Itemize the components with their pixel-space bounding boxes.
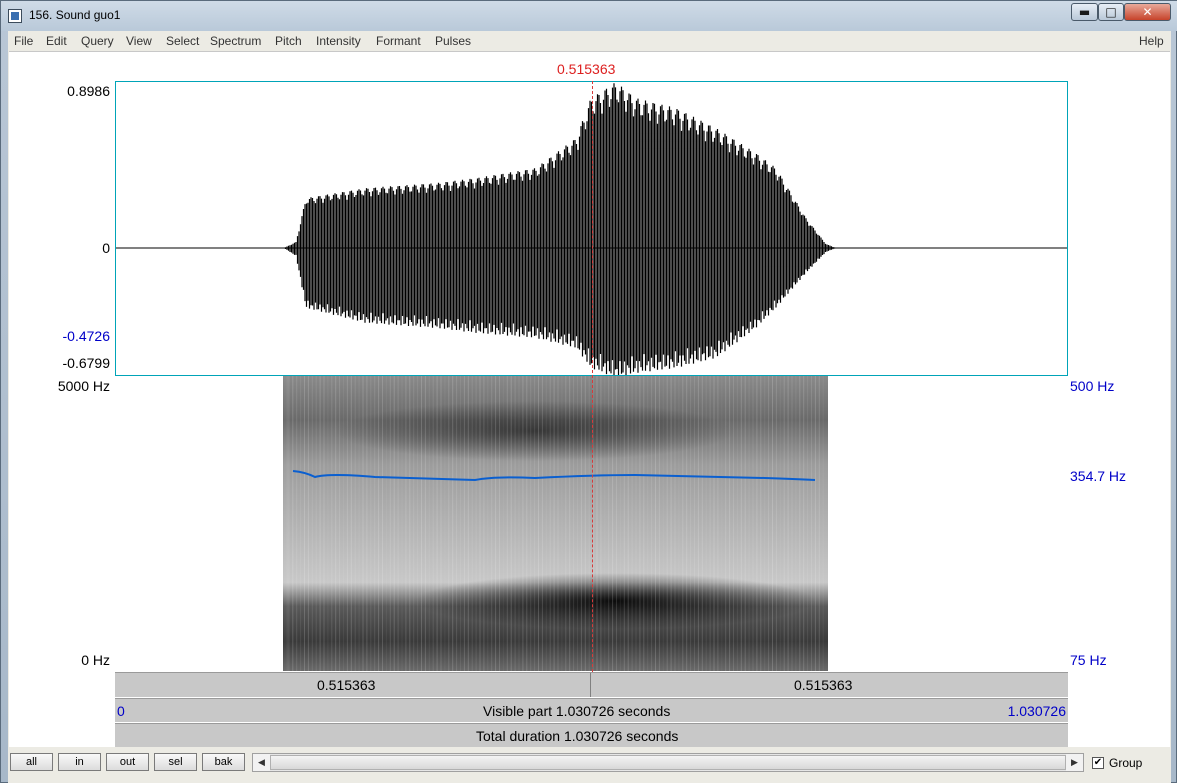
waveform-ymax-label: 0.8986 xyxy=(67,83,110,99)
group-label: Group xyxy=(1109,756,1143,770)
waveform-ymin-label: -0.6799 xyxy=(62,355,110,371)
scrollbar-thumb[interactable] xyxy=(270,755,1066,770)
menu-intensity[interactable]: Intensity xyxy=(316,34,361,48)
spectrogram-freq-top-label: 5000 Hz xyxy=(57,378,110,394)
menu-view[interactable]: View xyxy=(126,34,152,48)
close-icon: ✕ xyxy=(1142,5,1153,19)
pitch-value-label: 354.7 Hz xyxy=(1070,468,1127,484)
zoom-back-button[interactable]: bak xyxy=(202,753,245,771)
cursor-line xyxy=(592,81,593,672)
maximize-icon: □ xyxy=(1105,5,1117,19)
scroll-left-icon[interactable]: ◀ xyxy=(253,754,270,771)
client-area: File Edit Query View Select Spectrum Pit… xyxy=(8,31,1171,783)
cursor-time-label: 0.515363 xyxy=(557,61,616,77)
zoom-out-button[interactable]: out xyxy=(106,753,149,771)
visible-end-label: 1.030726 xyxy=(1007,703,1066,719)
pitch-bottom-label: 75 Hz xyxy=(1070,652,1107,668)
left-segment-label: 0.515363 xyxy=(317,677,376,693)
menu-help[interactable]: Help xyxy=(1139,34,1164,48)
zoom-selection-button[interactable]: sel xyxy=(154,753,197,771)
minimize-icon: ▬ xyxy=(1078,5,1091,19)
window-title: 156. Sound guo1 xyxy=(29,8,121,22)
total-duration-bar[interactable]: Total duration 1.030726 seconds xyxy=(115,723,1068,748)
time-bar-divider xyxy=(590,673,591,697)
sound-editor-window: 156. Sound guo1 ▬ □ ✕ File Edit Query Vi… xyxy=(0,0,1177,783)
bottom-toolbar: all in out sel bak ◀ ▶ ✔ Group xyxy=(8,747,1171,783)
menu-pulses[interactable]: Pulses xyxy=(435,34,471,48)
menu-query[interactable]: Query xyxy=(81,34,114,48)
visible-start-label: 0 xyxy=(117,703,125,719)
pitch-top-label: 500 Hz xyxy=(1070,378,1115,394)
maximize-button[interactable]: □ xyxy=(1098,3,1124,21)
zoom-in-button[interactable]: in xyxy=(58,753,101,771)
menu-edit[interactable]: Edit xyxy=(46,34,67,48)
menu-file[interactable]: File xyxy=(14,34,33,48)
spectrogram-freq-bottom-label: 0 Hz xyxy=(81,652,110,668)
waveform-trace xyxy=(284,83,836,375)
spectrogram-formant-low xyxy=(415,573,815,629)
close-button[interactable]: ✕ xyxy=(1124,3,1171,21)
group-checkbox[interactable]: ✔ xyxy=(1092,757,1104,769)
waveform-zero-label: 0 xyxy=(102,240,110,256)
menu-formant[interactable]: Formant xyxy=(376,34,421,48)
minimize-button[interactable]: ▬ xyxy=(1071,3,1098,21)
time-selection-bar[interactable]: 0.515363 0.515363 xyxy=(115,672,1068,697)
menu-pitch[interactable]: Pitch xyxy=(275,34,302,48)
menu-select[interactable]: Select xyxy=(166,34,199,48)
visible-part-label: Visible part 1.030726 seconds xyxy=(483,703,671,719)
right-segment-label: 0.515363 xyxy=(794,677,853,693)
horizontal-scrollbar[interactable]: ◀ ▶ xyxy=(252,753,1084,772)
waveform-marker-label: -0.4726 xyxy=(62,328,110,344)
praat-window-icon xyxy=(8,9,22,23)
sound-editor-canvas[interactable]: 0.515363 0.8986 0 -0.4726 -0.6799 5000 H… xyxy=(9,51,1170,748)
zoom-all-button[interactable]: all xyxy=(10,753,53,771)
scroll-right-icon[interactable]: ▶ xyxy=(1066,754,1083,771)
total-duration-label: Total duration 1.030726 seconds xyxy=(476,728,679,744)
menu-bar: File Edit Query View Select Spectrum Pit… xyxy=(8,31,1171,51)
title-bar[interactable]: 156. Sound guo1 ▬ □ ✕ xyxy=(1,1,1177,31)
menu-spectrum[interactable]: Spectrum xyxy=(210,34,261,48)
visible-part-bar[interactable]: 0 Visible part 1.030726 seconds 1.030726 xyxy=(115,698,1068,722)
